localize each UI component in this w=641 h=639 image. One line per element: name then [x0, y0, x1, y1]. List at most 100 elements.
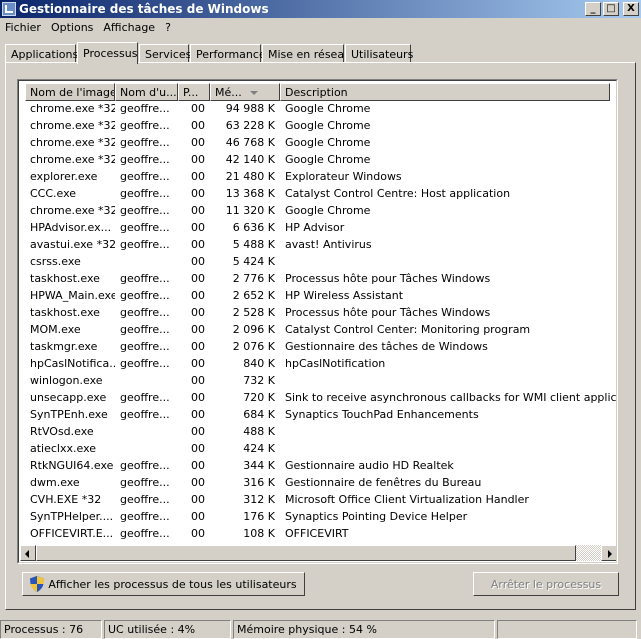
cell-memory: 5 424 K	[232, 255, 275, 268]
task-manager-app-icon	[2, 2, 16, 16]
column-header-cpu[interactable]: P...	[178, 83, 210, 101]
menu-view[interactable]: Affichage	[98, 21, 160, 34]
cell-user-name: geoffre...	[120, 391, 170, 404]
minimize-button[interactable]: _	[585, 2, 601, 16]
cell-image-name: CVH.EXE *32	[30, 493, 102, 506]
process-row[interactable]: MOM.exe geoffre... 00 2 096 K Catalyst Contr…	[25, 321, 616, 338]
tab-users[interactable]: Utilisateurs	[345, 44, 413, 63]
process-row[interactable]: SynTPHelper.... geoffre... 00 176 K Synaptic…	[25, 508, 616, 525]
process-row[interactable]: explorer.exe geoffre... 00 21 480 K Explorat…	[25, 168, 616, 185]
cell-description: Synaptics TouchPad Enhancements	[285, 408, 479, 421]
cell-cpu: 00	[191, 119, 205, 132]
end-process-button[interactable]: Arrêter le processus	[473, 572, 619, 596]
cell-description: HP Wireless Assistant	[285, 289, 404, 302]
process-row[interactable]: chrome.exe *32 geoffre... 00 46 768 K Google…	[25, 134, 616, 151]
cell-cpu: 00	[191, 153, 205, 166]
cell-user-name: geoffre...	[120, 459, 170, 472]
close-button[interactable]: X	[623, 2, 639, 16]
cell-memory: 720 K	[243, 391, 275, 404]
cell-description: Google Chrome	[285, 136, 371, 149]
status-process-count: Processus : 76	[0, 620, 102, 639]
process-row[interactable]: csrss.exe 00 5 424 K	[25, 253, 616, 270]
cell-image-name: chrome.exe *32	[30, 204, 115, 217]
column-header-user-name[interactable]: Nom d'u...	[115, 83, 178, 101]
tab-networking[interactable]: Mise en réseau	[262, 44, 351, 63]
process-list[interactable]: Nom de l'image Nom d'u... P... Mé... Des…	[17, 79, 618, 564]
cell-image-name: hpCaslNotifica...	[30, 357, 115, 370]
process-row[interactable]: avastui.exe *32 geoffre... 00 5 488 K avast!…	[25, 236, 616, 253]
tab-strip: Applications Processus Services Performa…	[5, 42, 413, 64]
cell-description: Explorateur Windows	[285, 170, 402, 183]
process-row[interactable]: chrome.exe *32 geoffre... 00 94 988 K Google…	[25, 100, 616, 117]
cell-cpu: 00	[191, 374, 205, 387]
process-row[interactable]: unsecapp.exe geoffre... 00 720 K Sink to rec…	[25, 389, 616, 406]
menu-options[interactable]: Options	[46, 21, 98, 34]
process-row[interactable]: taskhost.exe geoffre... 00 2 528 K Processus…	[25, 304, 616, 321]
cell-cpu: 00	[191, 102, 205, 115]
tab-performance[interactable]: Performance	[190, 44, 266, 63]
menu-bar: Fichier Options Affichage ?	[0, 18, 641, 37]
cell-image-name: avastui.exe *32	[30, 238, 115, 251]
cell-cpu: 00	[191, 476, 205, 489]
cell-image-name: SynTPHelper....	[30, 510, 114, 523]
tab-processes[interactable]: Processus	[77, 42, 138, 64]
cell-cpu: 00	[191, 459, 205, 472]
scrollbar-track[interactable]	[36, 545, 601, 561]
column-header-memory[interactable]: Mé...	[210, 83, 280, 101]
cell-cpu: 00	[191, 187, 205, 200]
process-row[interactable]: CVH.EXE *32 geoffre... 00 312 K Microsoft Of…	[25, 491, 616, 508]
process-row[interactable]: chrome.exe *32 geoffre... 00 42 140 K Google…	[25, 151, 616, 168]
scroll-right-arrow-icon[interactable]	[601, 545, 616, 561]
cell-cpu: 00	[191, 289, 205, 302]
menu-file[interactable]: Fichier	[0, 21, 46, 34]
process-row[interactable]: taskmgr.exe geoffre... 00 2 076 K Gestionnai…	[25, 338, 616, 355]
process-row[interactable]: taskhost.exe geoffre... 00 2 776 K Processus…	[25, 270, 616, 287]
column-header-image-name[interactable]: Nom de l'image	[25, 83, 115, 101]
status-physical-memory: Mémoire physique : 54 %	[233, 620, 495, 639]
scrollbar-thumb[interactable]	[36, 545, 576, 561]
process-row[interactable]: dwm.exe geoffre... 00 316 K Gestionnaire de …	[25, 474, 616, 491]
process-row[interactable]: HPAdvisor.ex... geoffre... 00 6 636 K HP Adv…	[25, 219, 616, 236]
column-header-row: Nom de l'image Nom d'u... P... Mé... Des…	[25, 83, 610, 101]
cell-image-name: MOM.exe	[30, 323, 81, 336]
cell-description: Gestionnaire audio HD Realtek	[285, 459, 454, 472]
cell-cpu: 00	[191, 408, 205, 421]
maximize-button[interactable]: □	[603, 2, 619, 16]
process-row[interactable]: RtkNGUI64.exe geoffre... 00 344 K Gestionnai…	[25, 457, 616, 474]
cell-memory: 732 K	[243, 374, 275, 387]
cell-image-name: HPAdvisor.ex...	[30, 221, 112, 234]
process-row[interactable]: atieclxx.exe 00 424 K	[25, 440, 616, 457]
cell-cpu: 00	[191, 425, 205, 438]
cell-memory: 5 488 K	[232, 238, 275, 251]
process-row[interactable]: chrome.exe *32 geoffre... 00 63 228 K Google…	[25, 117, 616, 134]
cell-memory: 176 K	[243, 510, 275, 523]
horizontal-scrollbar[interactable]	[20, 545, 616, 561]
cell-user-name: geoffre...	[120, 136, 170, 149]
cell-user-name: geoffre...	[120, 272, 170, 285]
process-row[interactable]: hpCaslNotifica... geoffre... 00 840 K hpCasl…	[25, 355, 616, 372]
tab-applications[interactable]: Applications	[5, 44, 78, 63]
cell-memory: 11 320 K	[225, 204, 275, 217]
menu-help[interactable]: ?	[160, 21, 176, 34]
cell-memory: 684 K	[243, 408, 275, 421]
cell-image-name: HPWA_Main.exe	[30, 289, 115, 302]
cell-image-name: OFFICEVIRT.E...	[30, 527, 114, 540]
process-row[interactable]: RtVOsd.exe 00 488 K	[25, 423, 616, 440]
process-row[interactable]: CCC.exe geoffre... 00 13 368 K Catalyst Cont…	[25, 185, 616, 202]
cell-memory: 108 K	[243, 527, 275, 540]
cell-image-name: SynTPEnh.exe	[30, 408, 108, 421]
process-row[interactable]: chrome.exe *32 geoffre... 00 11 320 K Google…	[25, 202, 616, 219]
cell-description: Gestionnaire de fenêtres du Bureau	[285, 476, 482, 489]
show-all-users-processes-button[interactable]: Afficher les processus de tous les utili…	[22, 572, 305, 596]
cell-memory: 21 480 K	[225, 170, 275, 183]
scroll-left-arrow-icon[interactable]	[20, 545, 36, 561]
process-row[interactable]: OFFICEVIRT.E... geoffre... 00 108 K OFFICEVI…	[25, 525, 616, 542]
process-row[interactable]: HPWA_Main.exe geoffre... 00 2 652 K HP Wirel…	[25, 287, 616, 304]
cell-memory: 42 140 K	[225, 153, 275, 166]
cell-cpu: 00	[191, 255, 205, 268]
tab-services[interactable]: Services	[139, 44, 191, 63]
cell-memory: 840 K	[243, 357, 275, 370]
process-row[interactable]: SynTPEnh.exe geoffre... 00 684 K Synaptics T…	[25, 406, 616, 423]
column-header-description[interactable]: Description	[280, 83, 610, 101]
process-row[interactable]: winlogon.exe 00 732 K	[25, 372, 616, 389]
